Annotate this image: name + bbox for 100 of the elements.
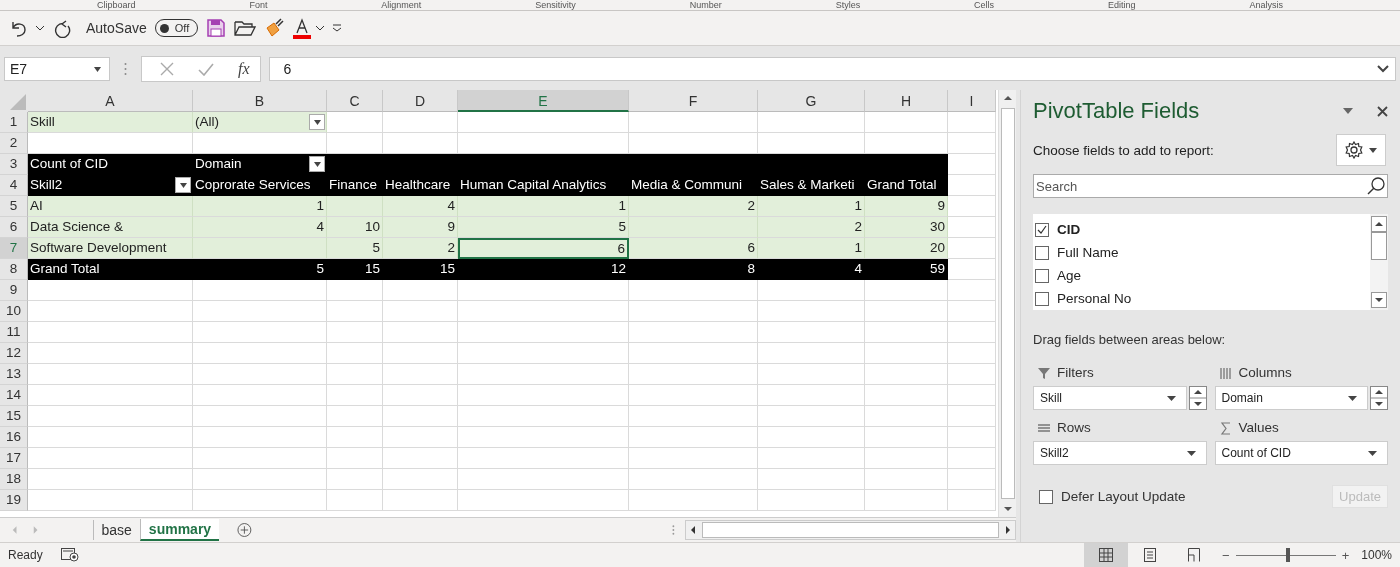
column-header[interactable]: G — [758, 90, 865, 112]
cell[interactable] — [458, 301, 629, 322]
cell[interactable] — [629, 490, 758, 511]
macro-record-icon[interactable] — [60, 548, 79, 562]
cell[interactable] — [865, 280, 948, 301]
cell[interactable] — [629, 406, 758, 427]
checkbox[interactable] — [1035, 245, 1049, 260]
cell[interactable] — [948, 133, 996, 154]
cell[interactable] — [193, 343, 327, 364]
cell[interactable] — [327, 406, 383, 427]
row-header[interactable]: 15 — [0, 406, 28, 427]
checkbox[interactable] — [1035, 268, 1049, 283]
cell[interactable] — [327, 469, 383, 490]
cell[interactable] — [327, 427, 383, 448]
expand-icon[interactable] — [1377, 65, 1389, 73]
cell[interactable] — [327, 490, 383, 511]
zoom-level[interactable]: 100% — [1361, 548, 1392, 562]
cell[interactable] — [193, 364, 327, 385]
cell[interactable] — [948, 448, 996, 469]
filter-dropdown-button[interactable] — [309, 114, 325, 130]
cell[interactable] — [458, 490, 629, 511]
cell[interactable] — [865, 385, 948, 406]
row-header[interactable]: 9 — [0, 280, 28, 301]
paintbrush-icon[interactable] — [264, 18, 285, 38]
add-sheet-icon[interactable] — [237, 522, 252, 538]
cell[interactable] — [948, 154, 996, 175]
filter-dropdown-button[interactable] — [175, 177, 191, 193]
search-icon[interactable] — [1367, 177, 1385, 195]
cell[interactable] — [629, 280, 758, 301]
cell[interactable] — [327, 112, 383, 133]
cell[interactable] — [758, 490, 865, 511]
cell[interactable] — [383, 427, 458, 448]
cell[interactable] — [327, 364, 383, 385]
column-header[interactable]: B — [193, 90, 327, 112]
cell[interactable] — [865, 301, 948, 322]
cell[interactable] — [327, 448, 383, 469]
cell[interactable] — [28, 280, 193, 301]
field-list-scrollbar[interactable] — [1370, 214, 1388, 310]
cell[interactable] — [948, 322, 996, 343]
cell[interactable] — [948, 469, 996, 490]
cell[interactable] — [865, 322, 948, 343]
cell[interactable] — [458, 469, 629, 490]
cell[interactable] — [28, 406, 193, 427]
cell[interactable] — [629, 448, 758, 469]
cell[interactable] — [383, 490, 458, 511]
cell[interactable] — [383, 343, 458, 364]
cell[interactable] — [948, 301, 996, 322]
area-dropdown[interactable]: Skill2 — [1033, 441, 1207, 465]
cell[interactable] — [629, 322, 758, 343]
cell[interactable] — [383, 469, 458, 490]
row-header[interactable]: 12 — [0, 343, 28, 364]
filter-dropdown-button[interactable] — [309, 156, 325, 172]
cell[interactable] — [865, 112, 948, 133]
cell[interactable] — [758, 427, 865, 448]
cell[interactable] — [458, 385, 629, 406]
cell[interactable] — [193, 280, 327, 301]
cell[interactable] — [383, 364, 458, 385]
cell[interactable] — [458, 448, 629, 469]
cell[interactable] — [383, 112, 458, 133]
cell[interactable] — [193, 301, 327, 322]
sheet-tab[interactable]: summary — [139, 519, 220, 541]
cell[interactable] — [758, 112, 865, 133]
cell[interactable] — [948, 406, 996, 427]
cell[interactable] — [28, 343, 193, 364]
cell[interactable] — [758, 406, 865, 427]
insert-function-button[interactable]: fx — [238, 60, 250, 78]
cell[interactable] — [28, 448, 193, 469]
row-header[interactable]: 3 — [0, 154, 28, 175]
field-label[interactable]: Age — [1057, 268, 1082, 283]
cell[interactable] — [28, 427, 193, 448]
cell[interactable] — [28, 301, 193, 322]
cell[interactable] — [28, 322, 193, 343]
cell[interactable] — [28, 385, 193, 406]
search-field[interactable]: Search — [1033, 174, 1388, 198]
row-header[interactable]: 18 — [0, 469, 28, 490]
cell[interactable] — [758, 469, 865, 490]
cell[interactable] — [458, 280, 629, 301]
row-header[interactable]: 2 — [0, 133, 28, 154]
field-label[interactable]: Full Name — [1057, 245, 1119, 260]
cell[interactable] — [28, 490, 193, 511]
normal-view-button[interactable] — [1084, 543, 1129, 567]
cell[interactable] — [458, 112, 629, 133]
cell[interactable] — [865, 427, 948, 448]
cell[interactable] — [629, 364, 758, 385]
row-header[interactable]: 16 — [0, 427, 28, 448]
cell[interactable] — [758, 385, 865, 406]
column-header[interactable]: H — [865, 90, 948, 112]
cell[interactable] — [865, 406, 948, 427]
zoom-out-button[interactable]: − — [1222, 547, 1230, 563]
cell[interactable] — [28, 469, 193, 490]
cell[interactable] — [458, 427, 629, 448]
cell[interactable] — [865, 490, 948, 511]
checkbox[interactable] — [1035, 291, 1049, 306]
caret-icon[interactable] — [316, 25, 325, 31]
cell[interactable] — [948, 175, 996, 196]
cell[interactable] — [327, 343, 383, 364]
cancel-icon[interactable] — [160, 62, 174, 76]
cell[interactable] — [948, 112, 996, 133]
cell[interactable] — [629, 427, 758, 448]
cell[interactable] — [948, 385, 996, 406]
